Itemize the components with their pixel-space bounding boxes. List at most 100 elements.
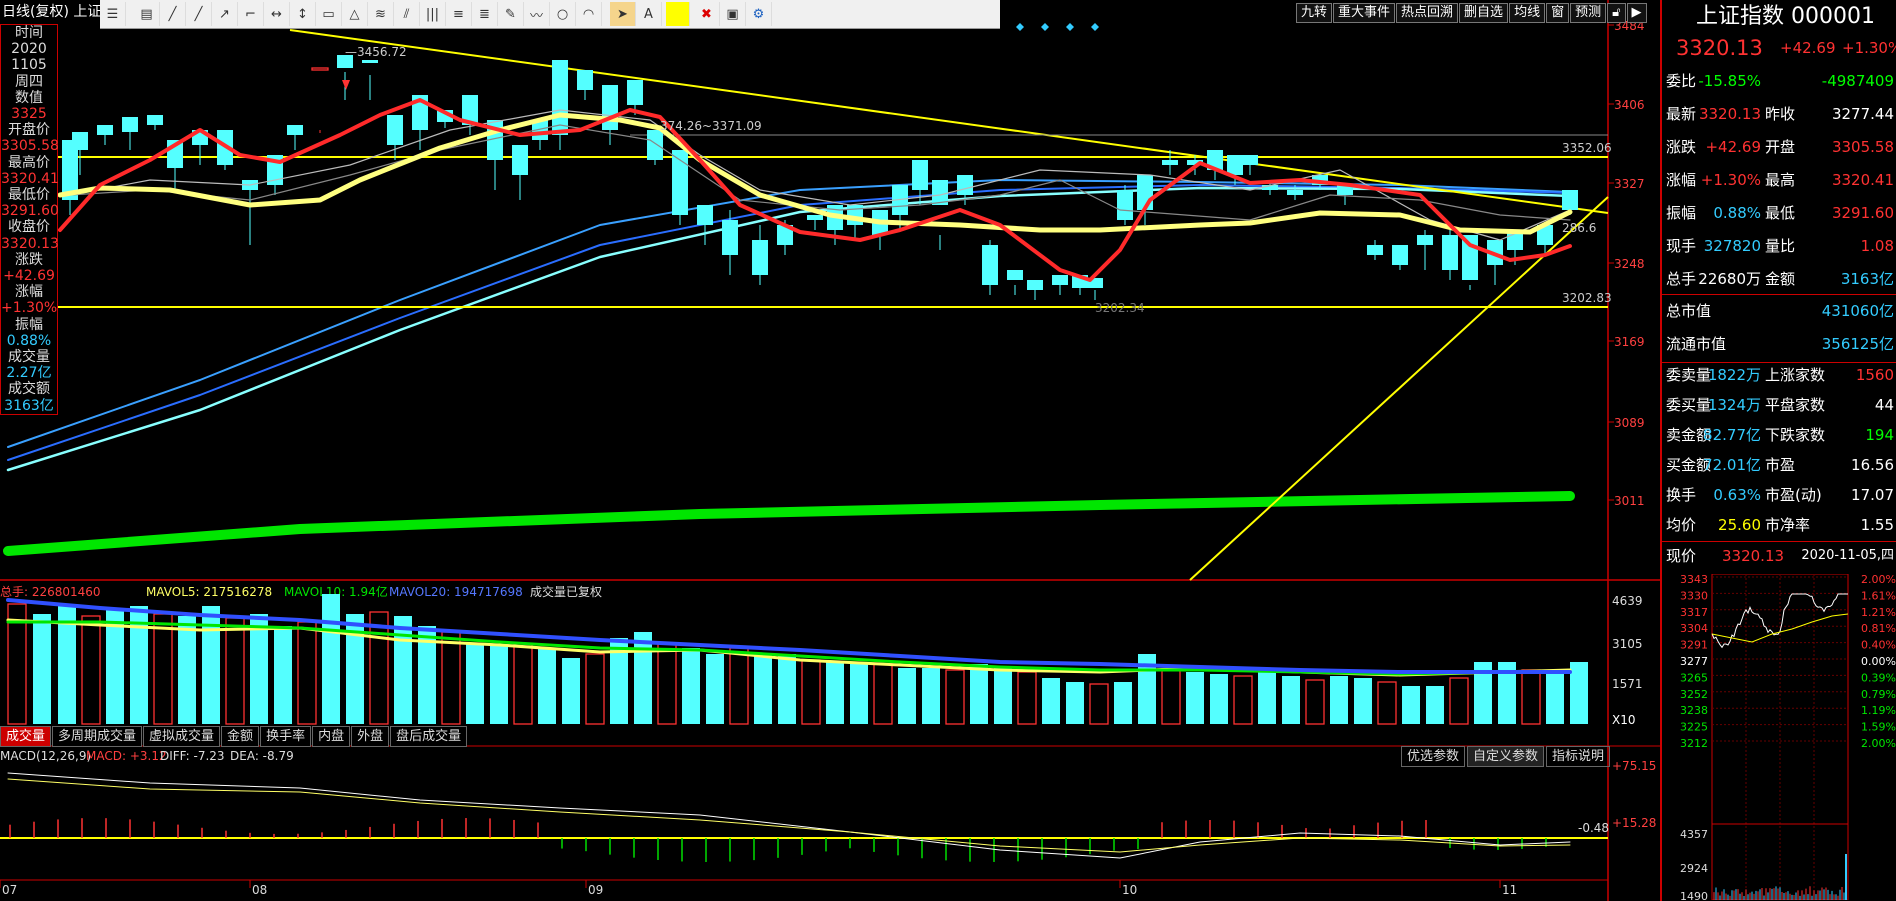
now-row: 现价 3320.13 2020-11-05,四	[1662, 541, 1896, 571]
pen-icon[interactable]: ✎	[498, 2, 524, 26]
panel-divider	[1662, 294, 1896, 295]
candle-down	[362, 60, 378, 63]
price-axis-label: 3327	[1614, 177, 1645, 191]
vol-tab[interactable]: 虚拟成交量	[143, 726, 220, 747]
vol-axis-label: 3105	[1612, 637, 1643, 651]
quote-value: 3320.41	[1832, 165, 1894, 195]
quote-label: 涨跌	[1666, 132, 1696, 162]
volume-bar-down	[682, 648, 700, 724]
top-tab[interactable]: 删自选	[1459, 3, 1508, 23]
info-vol-label: 成交量	[1, 349, 57, 365]
volume-bar-down	[970, 664, 988, 724]
pointer-icon[interactable]: ➤	[610, 2, 636, 26]
vol-tab[interactable]: 换手率	[260, 726, 311, 747]
drawing-toolbar: ☰ ▤ ╱ ╱ ↗ ⌐ ↔ ↕ ▭ △ ≋ ⫽ ||| ≡ ≣ ✎ 〰 ○ ◠ ➤ A ✖ ▣ ⚙	[100, 0, 1000, 29]
quote-label: 涨幅	[1666, 165, 1696, 195]
fan-icon[interactable]: ≋	[368, 2, 394, 26]
text-box-icon[interactable]: ▤	[134, 2, 160, 26]
candle-down	[847, 205, 863, 225]
info-value: 3325	[1, 106, 57, 122]
low-mark-label: 3202.34	[1095, 301, 1145, 315]
next-icon[interactable]: ▶	[1627, 3, 1647, 23]
fib-arc-icon[interactable]: ≣	[472, 2, 498, 26]
candle-down	[1392, 245, 1408, 265]
volume-bar-down	[1114, 682, 1132, 724]
quote-value: -15.85%	[1698, 66, 1761, 96]
volume-bar-down	[1570, 662, 1588, 724]
rectangle-icon[interactable]: ▭	[316, 2, 342, 26]
vol-tab[interactable]: 外盘	[351, 726, 389, 747]
vol-tab[interactable]: 成交量	[0, 726, 51, 747]
quote-value: 3163亿	[1841, 264, 1894, 294]
color-box-icon[interactable]	[666, 2, 690, 26]
candle-down	[647, 130, 663, 160]
candle-down	[1162, 160, 1178, 165]
parallel-icon[interactable]: ⫽	[394, 2, 420, 26]
candle-down	[752, 240, 768, 275]
macd-param-button[interactable]: 优选参数	[1401, 746, 1465, 767]
quote-row: 涨幅 +1.30% 最高 3320.41	[1662, 165, 1896, 195]
info-amt-label: 成交额	[1, 381, 57, 397]
quote-panel: 上证指数 0000013320.13+42.69+1.30%委比-15.85%-…	[1660, 0, 1896, 901]
volume-bar-down	[1210, 674, 1228, 724]
volume-bar-down	[922, 668, 940, 724]
quote-label: 市净率	[1765, 510, 1810, 540]
mini-axis-left: 3277	[1680, 655, 1708, 668]
wave-icon[interactable]: 〰	[524, 2, 550, 26]
lock-icon[interactable]: 🔓︎	[1607, 3, 1625, 23]
quote-value: 44	[1875, 390, 1894, 420]
quote-label: 总手	[1666, 264, 1696, 294]
info-low: 3291.60	[1, 203, 57, 219]
text-icon[interactable]: A	[636, 2, 662, 26]
top-tab[interactable]: 热点回溯	[1396, 3, 1458, 23]
delete-icon[interactable]: ✖	[694, 2, 720, 26]
top-tab[interactable]: 预测	[1570, 3, 1606, 23]
vol-mavol5: MAVOL5: 217516278	[146, 585, 272, 599]
mini-axis-left: 3317	[1680, 606, 1708, 619]
quote-value: 72.01亿	[1703, 450, 1761, 480]
horizontal-line-icon[interactable]: ↔	[264, 2, 290, 26]
quote-value: 3320.13	[1699, 99, 1761, 129]
arc-icon[interactable]: ◠	[576, 2, 602, 26]
candle-down	[627, 80, 643, 105]
quote-value: 1.08	[1861, 231, 1894, 261]
vol-tab[interactable]: 盘后成交量	[390, 726, 467, 747]
candle-down	[807, 215, 823, 220]
settings-icon[interactable]: ⚙	[746, 2, 772, 26]
vol-tab[interactable]: 内盘	[312, 726, 350, 747]
top-tab[interactable]: 窗	[1546, 3, 1569, 23]
segment-icon[interactable]: ⌐	[238, 2, 264, 26]
line-icon[interactable]: ╱	[160, 2, 186, 26]
circle-icon[interactable]: ○	[550, 2, 576, 26]
cursor-lines-icon[interactable]: ☰	[100, 2, 126, 26]
period-lines-icon[interactable]: |||	[420, 2, 446, 26]
top-tab[interactable]: 重大事件	[1333, 3, 1395, 23]
macd-param-button[interactable]: 自定义参数	[1467, 746, 1544, 767]
mini-axis-right: 1.21%	[1861, 606, 1896, 619]
quote-value: +1.30%	[1701, 165, 1761, 195]
candle-down	[912, 160, 928, 190]
mini-axis-right: 2.00%	[1861, 737, 1896, 750]
volume-bar-down	[1042, 678, 1060, 724]
quote-value: 356125亿	[1822, 329, 1894, 359]
price-axis-label: 3406	[1614, 98, 1645, 112]
quote-value: 0.63%	[1713, 480, 1761, 510]
arrow-line-icon[interactable]: ↗	[212, 2, 238, 26]
candle-down	[1367, 245, 1383, 255]
top-tab[interactable]: 均线	[1509, 3, 1545, 23]
top-tab[interactable]: 九转	[1296, 3, 1332, 23]
vertical-line-icon[interactable]: ↕	[290, 2, 316, 26]
info-open: 3305.58	[1, 138, 57, 154]
macd-param-button[interactable]: 指标说明	[1546, 746, 1610, 767]
save-draw-icon[interactable]: ▣	[720, 2, 746, 26]
volume-indicator-tabs: 成交量 多周期成交量 虚拟成交量 金额 换手率 内盘 外盘 盘后成交量	[0, 726, 468, 747]
vol-note: 成交量已复权	[530, 584, 602, 599]
fibonacci-icon[interactable]: ≡	[446, 2, 472, 26]
triangle-icon[interactable]: △	[342, 2, 368, 26]
vol-tab[interactable]: 多周期成交量	[52, 726, 142, 747]
now-date: 2020-11-05,四	[1801, 541, 1894, 571]
ray-icon[interactable]: ╱	[186, 2, 212, 26]
vol-tab[interactable]: 金额	[221, 726, 259, 747]
quote-row: 最新 3320.13 昨收 3277.44	[1662, 99, 1896, 129]
info-date: 1105	[1, 57, 57, 73]
